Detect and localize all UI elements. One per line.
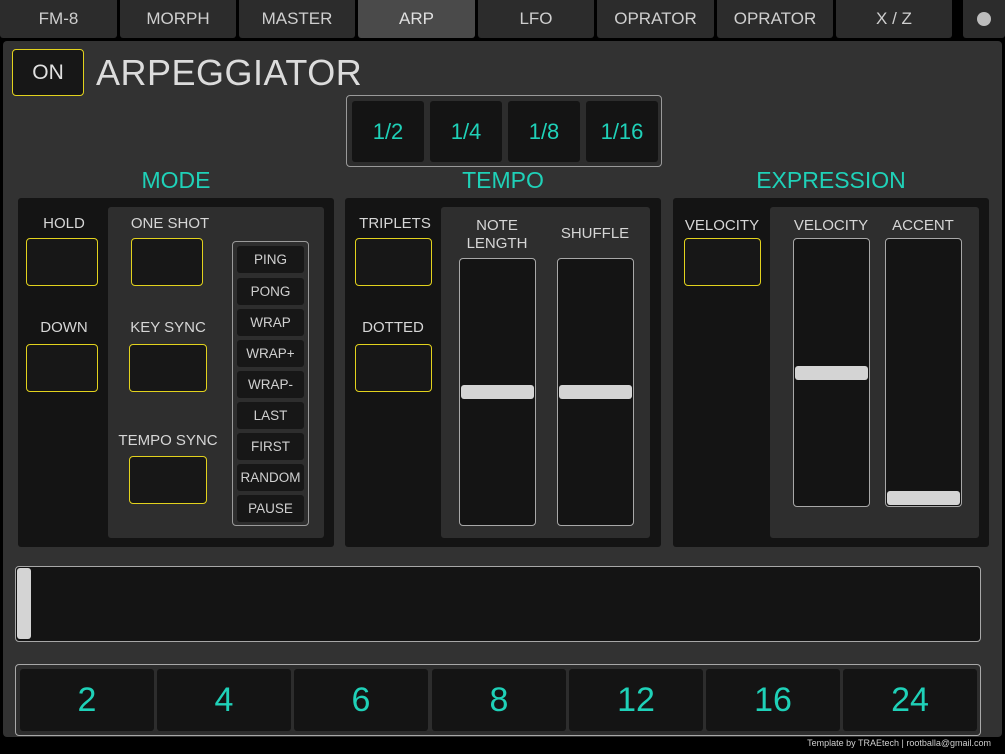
- pattern-item[interactable]: PING: [237, 246, 304, 273]
- rate-button[interactable]: 1/8: [508, 101, 580, 162]
- slider-thumb[interactable]: [559, 385, 632, 399]
- tab-label: MORPH: [146, 9, 210, 28]
- tab-oprator-2[interactable]: OPRATOR: [717, 0, 833, 38]
- tab-fm8[interactable]: FM-8: [0, 0, 117, 38]
- velocity-slider-label: VELOCITY: [793, 217, 869, 234]
- step-selector: 2 4 6 8 12 16 24: [15, 664, 981, 736]
- tab-master[interactable]: MASTER: [239, 0, 355, 38]
- status-indicator[interactable]: [963, 0, 1005, 38]
- expression-title: EXPRESSION: [756, 167, 906, 193]
- note-length-label-line2: LENGTH: [466, 235, 528, 252]
- pattern-item[interactable]: LAST: [237, 402, 304, 429]
- tab-morph[interactable]: MORPH: [120, 0, 236, 38]
- tab-label: LFO: [519, 9, 553, 28]
- accent-label: ACCENT: [892, 217, 954, 234]
- tab-label: OPRATOR: [614, 9, 697, 28]
- key-sync-toggle[interactable]: [129, 344, 207, 392]
- triplets-label: TRIPLETS: [359, 215, 431, 232]
- slider-thumb[interactable]: [461, 385, 534, 399]
- dotted-label: DOTTED: [362, 319, 424, 336]
- rate-button[interactable]: 1/4: [430, 101, 502, 162]
- rate-button[interactable]: 1/16: [586, 101, 658, 162]
- hold-toggle[interactable]: [26, 238, 98, 286]
- tempo-title: TEMPO: [462, 167, 544, 193]
- tab-label: X / Z: [876, 9, 912, 28]
- tab-label: FM-8: [38, 9, 79, 28]
- tab-label: OPRATOR: [733, 9, 817, 28]
- tab-label: MASTER: [261, 9, 333, 28]
- tab-xz[interactable]: X / Z: [836, 0, 952, 38]
- step-button[interactable]: 16: [706, 669, 840, 731]
- tab-label: ARP: [399, 9, 434, 28]
- footer-credit: Template by TRAEtech | rootballa@gmail.c…: [807, 738, 991, 748]
- velocity-toggle[interactable]: [684, 238, 761, 286]
- page-title: ARPEGGIATOR: [96, 52, 363, 93]
- dotted-toggle[interactable]: [355, 344, 432, 392]
- tab-gap: [955, 0, 1005, 38]
- velocity-slider[interactable]: [793, 238, 870, 507]
- on-label: ON: [32, 60, 64, 84]
- one-shot-label: ONE SHOT: [130, 215, 210, 232]
- slider-thumb[interactable]: [887, 491, 960, 505]
- tempo-sync-toggle[interactable]: [129, 456, 207, 504]
- down-label: DOWN: [40, 319, 88, 336]
- triplets-toggle[interactable]: [355, 238, 432, 286]
- mode-title: MODE: [141, 167, 211, 193]
- tab-arp[interactable]: ARP: [358, 0, 475, 38]
- tab-oprator-1[interactable]: OPRATOR: [597, 0, 714, 38]
- shuffle-label: SHUFFLE: [560, 225, 630, 242]
- arp-on-button[interactable]: ON: [12, 49, 84, 96]
- note-length-label: NOTE LENGTH: [458, 217, 536, 253]
- step-button[interactable]: 24: [843, 669, 977, 731]
- velocity-toggle-label: VELOCITY: [684, 217, 760, 234]
- step-button[interactable]: 12: [569, 669, 703, 731]
- pattern-item[interactable]: WRAP: [237, 308, 304, 336]
- step-button[interactable]: 4: [157, 669, 291, 731]
- down-toggle[interactable]: [26, 344, 98, 392]
- position-slider[interactable]: [15, 566, 981, 642]
- rate-selector: 1/2 1/4 1/8 1/16: [346, 95, 662, 167]
- tab-bar: FM-8 MORPH MASTER ARP LFO OPRATOR OPRATO…: [0, 0, 1005, 40]
- shuffle-slider[interactable]: [557, 258, 634, 526]
- position-handle[interactable]: [17, 568, 31, 639]
- key-sync-label: KEY SYNC: [130, 319, 206, 336]
- rate-button[interactable]: 1/2: [352, 101, 424, 162]
- step-button[interactable]: 8: [432, 669, 566, 731]
- pattern-item[interactable]: PAUSE: [237, 495, 304, 522]
- pattern-item[interactable]: WRAP-: [237, 370, 304, 398]
- pattern-item[interactable]: FIRST: [237, 433, 304, 460]
- pattern-item[interactable]: PONG: [237, 277, 304, 305]
- pattern-list: PING PONG WRAP WRAP+ WRAP- LAST FIRST RA…: [232, 241, 309, 526]
- step-button[interactable]: 6: [294, 669, 428, 731]
- status-dot-icon: [977, 12, 991, 26]
- pattern-item[interactable]: RANDOM: [237, 464, 304, 491]
- note-length-slider[interactable]: [459, 258, 536, 526]
- hold-label: HOLD: [43, 215, 85, 232]
- note-length-label-line1: NOTE: [476, 217, 518, 234]
- tab-lfo[interactable]: LFO: [478, 0, 594, 38]
- one-shot-toggle[interactable]: [131, 238, 203, 286]
- tempo-sync-label: TEMPO SYNC: [118, 432, 218, 449]
- step-button[interactable]: 2: [20, 669, 154, 731]
- accent-slider[interactable]: [885, 238, 962, 507]
- pattern-item[interactable]: WRAP+: [237, 339, 304, 367]
- slider-thumb[interactable]: [795, 365, 868, 380]
